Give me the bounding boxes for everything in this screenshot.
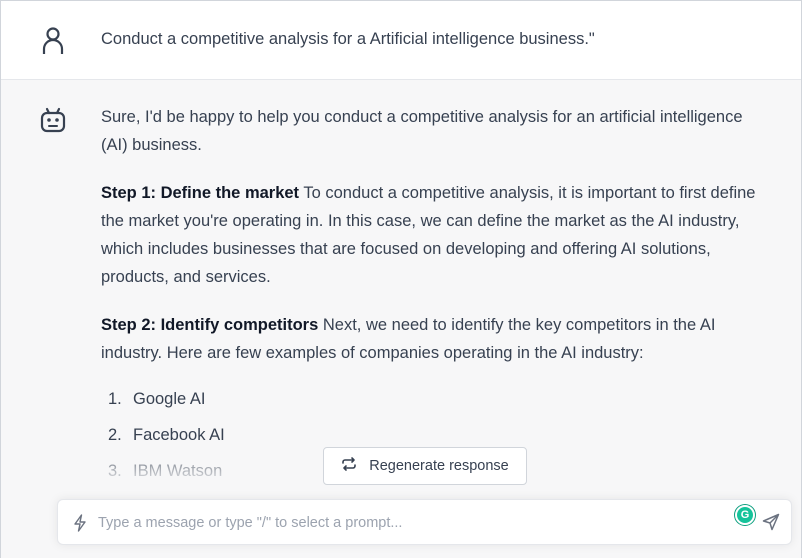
grammarly-icon[interactable]: G <box>735 505 755 525</box>
list-item-number: 2. <box>108 426 122 444</box>
list-item-label: Google AI <box>133 390 206 408</box>
step-2-heading: Step 2: Identify competitors <box>101 316 319 334</box>
step-1-paragraph: Step 1: Define the market To conduct a c… <box>101 179 761 291</box>
list-item-number: 3. <box>108 462 122 480</box>
list-item-label: IBM Watson <box>133 462 223 480</box>
list-item: 1. Google AI <box>101 385 761 421</box>
message-input[interactable] <box>98 510 718 536</box>
refresh-icon <box>341 456 357 476</box>
assistant-intro: Sure, I'd be happy to help you conduct a… <box>101 108 743 154</box>
robot-icon <box>39 107 67 133</box>
regenerate-response-button[interactable]: Regenerate response <box>323 447 527 485</box>
assistant-message: Sure, I'd be happy to help you conduct a… <box>101 103 761 493</box>
lightning-bolt-icon[interactable] <box>72 514 88 532</box>
step-2-paragraph: Step 2: Identify competitors Next, we ne… <box>101 311 761 367</box>
list-item-number: 1. <box>108 390 122 408</box>
list-item-label: Facebook AI <box>133 426 225 444</box>
user-message-row: Conduct a competitive analysis for a Art… <box>1 1 801 80</box>
message-composer: G <box>57 499 792 545</box>
chat-window: Conduct a competitive analysis for a Art… <box>0 0 802 558</box>
user-icon <box>40 26 66 56</box>
user-message-text: Conduct a competitive analysis for a Art… <box>101 30 595 48</box>
regenerate-response-label: Regenerate response <box>369 458 509 474</box>
send-icon[interactable] <box>762 513 780 531</box>
step-1-heading: Step 1: Define the market <box>101 184 300 202</box>
